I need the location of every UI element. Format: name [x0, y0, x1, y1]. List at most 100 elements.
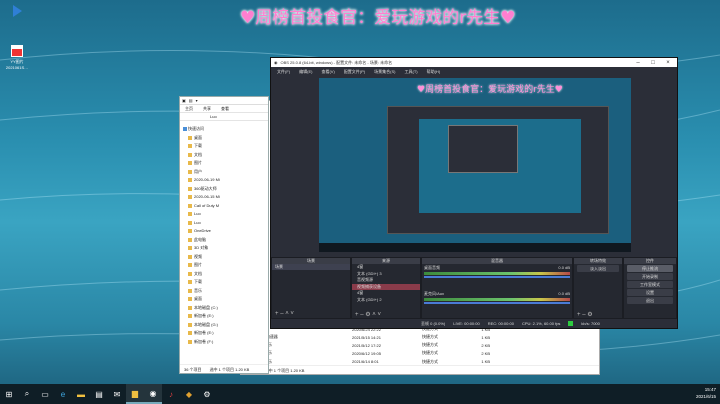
- down-icon[interactable]: ˅: [290, 311, 294, 317]
- nav-item[interactable]: 新加卷 (F:): [180, 338, 245, 347]
- nav-item[interactable]: 新加卷 (E:): [180, 329, 245, 338]
- folder-icon: [188, 271, 192, 276]
- file-size: 1 KB: [481, 334, 490, 340]
- obs-status-bar: 丢帧 0 (0.0%) LIVE: 00:00:00 REC: 00:00:00…: [271, 319, 677, 328]
- nav-item[interactable]: 本地磁盘 (G:): [180, 321, 245, 330]
- stream-health-indicator: [568, 321, 574, 326]
- nav-item[interactable]: 文档: [180, 270, 245, 279]
- store-icon[interactable]: ▤: [90, 384, 108, 404]
- ribbon-tab-share[interactable]: 共享: [203, 106, 211, 111]
- desktop-shortcut-play[interactable]: [5, 4, 29, 19]
- remove-icon[interactable]: –: [360, 312, 363, 318]
- audio-volume-slider[interactable]: [424, 276, 570, 278]
- folder-icon: [188, 263, 192, 267]
- file-row[interactable]: 网易云音乐2021/5/12 17:22快捷方式2 KB: [241, 342, 601, 350]
- menu-view[interactable]: 查看(V): [321, 69, 334, 75]
- nav-item[interactable]: Luo: [180, 219, 245, 228]
- nav-item[interactable]: 视频: [180, 253, 245, 262]
- gear-icon[interactable]: ⚙: [365, 312, 370, 318]
- nav-item[interactable]: 2020-06-15 Mi: [180, 193, 245, 202]
- nav-item[interactable]: 音乐: [180, 287, 245, 296]
- obs-preview[interactable]: ♥周榜首投食官：爱玩游戏的r先生♥: [319, 78, 631, 252]
- folder-icon: [188, 322, 192, 327]
- obs-icon[interactable]: ◉: [144, 384, 162, 404]
- transition-select[interactable]: 淡入淡出: [577, 265, 619, 272]
- close-icon[interactable]: ×: [662, 60, 674, 66]
- folder-icon: [188, 331, 192, 335]
- stop-streaming-button[interactable]: 停止推流: [627, 265, 673, 272]
- menu-tools[interactable]: 工具(T): [404, 69, 417, 75]
- start-recording-button[interactable]: 开始录制: [627, 273, 673, 280]
- nav-item[interactable]: 360驱动大师: [180, 185, 245, 194]
- desktop-shortcut-yy-image[interactable]: YY图片 2021061S…: [5, 44, 29, 70]
- nav-item[interactable]: 2020-06-19 Mi: [180, 176, 245, 185]
- mixer-track-db: 0.0 dB: [558, 291, 570, 296]
- menu-help[interactable]: 帮助(H): [427, 69, 441, 75]
- folder-icon[interactable]: ▆: [126, 384, 144, 404]
- folder-icon: ▣: [182, 98, 186, 103]
- up-icon[interactable]: ˄: [372, 312, 376, 318]
- folder-icon: [188, 280, 192, 284]
- file-explorer-icon[interactable]: ▬: [72, 384, 90, 404]
- system-tray-clock[interactable]: 15:47 2021/6/15: [696, 386, 716, 400]
- maximize-icon[interactable]: □: [647, 60, 659, 66]
- remove-icon[interactable]: –: [582, 312, 585, 318]
- remove-icon[interactable]: –: [280, 311, 283, 317]
- clock-time: 15:47: [704, 387, 716, 392]
- nav-item[interactable]: Luo: [180, 210, 245, 219]
- ribbon-tab-view[interactable]: 查看: [221, 106, 229, 111]
- exit-button[interactable]: 退出: [627, 297, 673, 304]
- menu-file[interactable]: 文件(F): [277, 69, 290, 75]
- gear-icon[interactable]: ⚙: [587, 312, 592, 318]
- mail-icon[interactable]: ✉: [108, 384, 126, 404]
- scene-item[interactable]: 场景: [272, 264, 350, 270]
- studio-mode-button[interactable]: 工作室模式: [627, 281, 673, 288]
- nav-item[interactable]: 3D 对象: [180, 244, 245, 253]
- settings-button[interactable]: 设置: [627, 289, 673, 296]
- nav-item[interactable]: Call of Duty M: [180, 202, 245, 211]
- nav-quick-access[interactable]: 快速访问: [180, 125, 245, 134]
- file-row[interactable]: 网易UU加速器2021/5/15 14:21快捷方式1 KB: [241, 334, 601, 342]
- task-view-icon[interactable]: ▭: [36, 384, 54, 404]
- nav-item[interactable]: 新加卷 (E:): [180, 312, 245, 321]
- music-icon[interactable]: ♪: [162, 384, 180, 404]
- windows-start-icon[interactable]: ⊞: [0, 384, 18, 404]
- nav-item[interactable]: 用户: [180, 168, 245, 177]
- game-icon[interactable]: ◆: [180, 384, 198, 404]
- save-icon[interactable]: ▤: [189, 98, 193, 103]
- folder-icon: [188, 195, 192, 199]
- edge-icon[interactable]: e: [54, 384, 72, 404]
- nav-item[interactable]: 下载: [180, 142, 245, 151]
- file-row[interactable]: 网易云音乐2020/6/12 19:05快捷方式2 KB: [241, 350, 601, 358]
- nav-item[interactable]: 图片: [180, 261, 245, 270]
- nav-item[interactable]: 桌面: [180, 134, 245, 143]
- file-date: 2021/6/14 8:01: [352, 359, 379, 365]
- folder-icon: [188, 288, 192, 293]
- menu-profile[interactable]: 配置文件(P): [344, 69, 365, 75]
- nav-item[interactable]: 下载: [180, 278, 245, 287]
- dropdown-icon[interactable]: ▾: [196, 98, 198, 103]
- menu-scene-collection[interactable]: 场景集合(S): [374, 69, 395, 75]
- menu-edit[interactable]: 编辑(E): [299, 69, 312, 75]
- add-icon[interactable]: +: [355, 312, 359, 318]
- search-icon[interactable]: ⌕: [18, 384, 36, 404]
- explorer-address-bar[interactable]: Luo: [180, 113, 268, 121]
- file-date: 2021/5/15 14:21: [352, 334, 381, 340]
- nav-item[interactable]: 图片: [180, 159, 245, 168]
- nav-item[interactable]: OneDrive: [180, 227, 245, 236]
- add-icon[interactable]: +: [577, 312, 581, 318]
- nav-item[interactable]: 本地磁盘 (C:): [180, 304, 245, 313]
- nav-item[interactable]: 桌面: [180, 295, 245, 304]
- nav-item[interactable]: 此电脑: [180, 236, 245, 245]
- down-icon[interactable]: ˅: [377, 312, 381, 318]
- source-item[interactable]: 文本 (GDI+) 2: [352, 297, 420, 304]
- settings-icon[interactable]: ⚙: [198, 384, 216, 404]
- nav-item[interactable]: 文档: [180, 151, 245, 160]
- up-icon[interactable]: ˄: [285, 311, 289, 317]
- minimize-icon[interactable]: –: [632, 60, 644, 66]
- ribbon-tab-home[interactable]: 主页: [185, 106, 193, 111]
- add-icon[interactable]: +: [275, 311, 279, 317]
- scenes-panel-toolbar: + – ˄ ˅: [272, 311, 350, 318]
- file-type: 快捷方式: [422, 334, 438, 340]
- audio-volume-slider[interactable]: [424, 302, 570, 304]
